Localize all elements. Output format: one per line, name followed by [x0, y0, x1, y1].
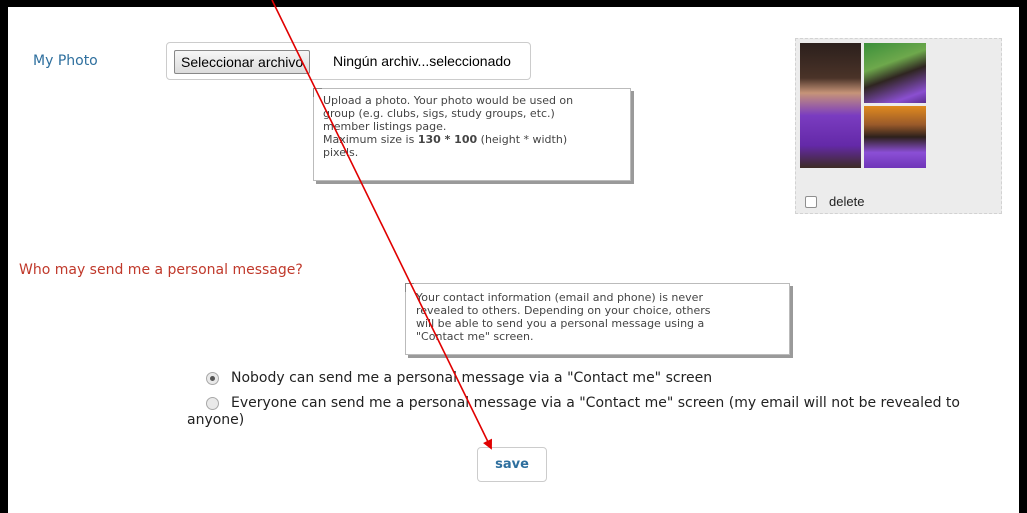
annotation-arrow-line — [271, 0, 492, 450]
annotation-arrow — [271, 0, 492, 450]
